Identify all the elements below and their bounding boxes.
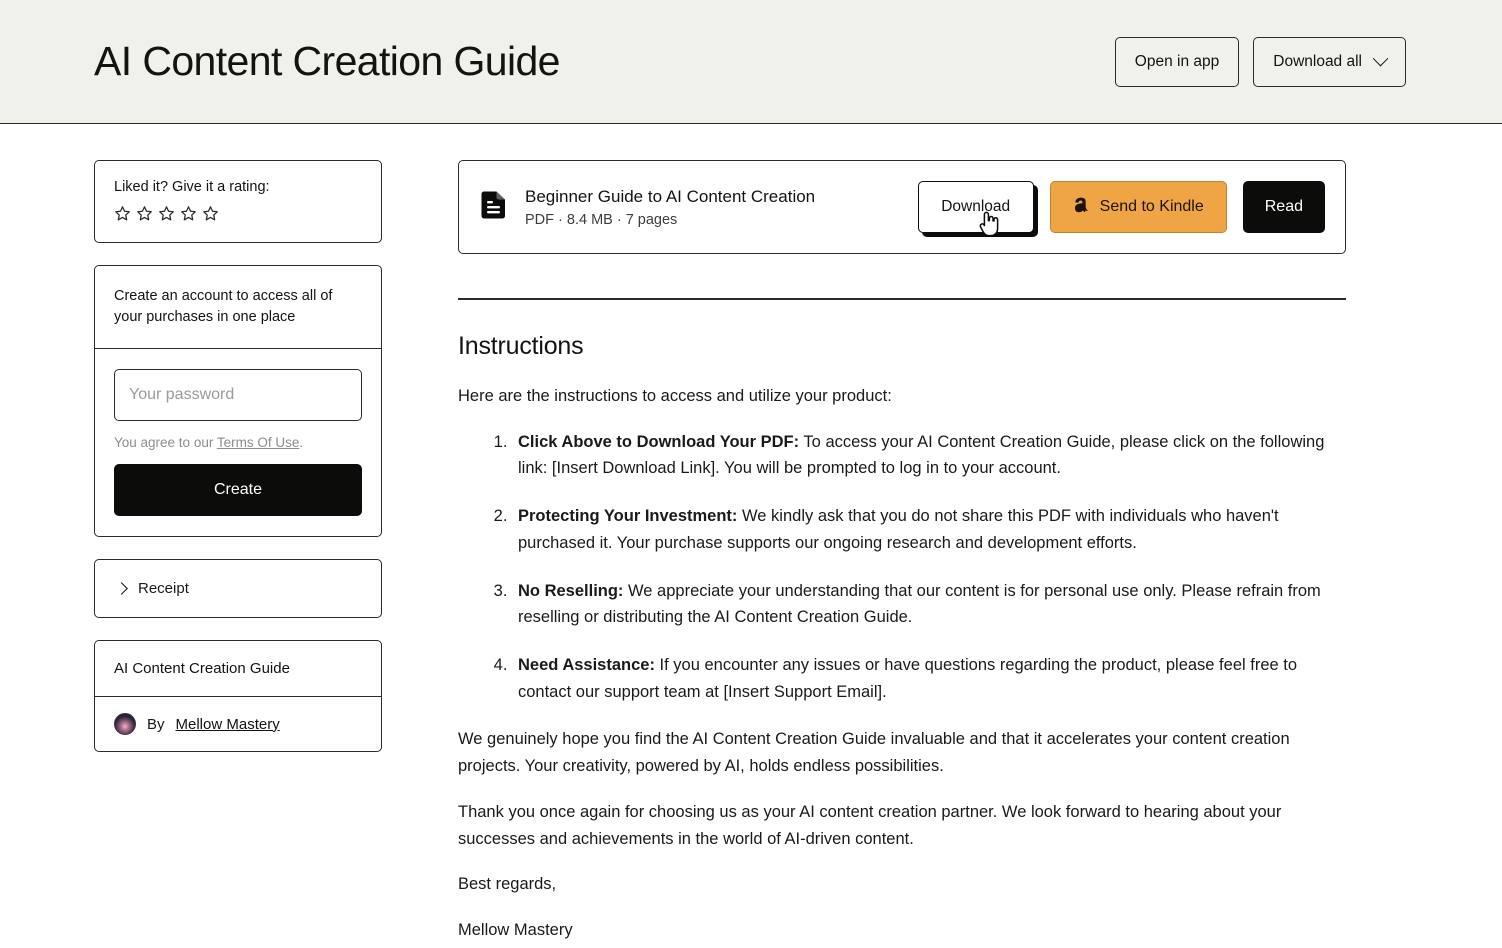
list-item: No Reselling: We appreciate your underst…: [512, 578, 1346, 631]
file-name: Beginner Guide to AI Content Creation: [525, 186, 816, 206]
send-to-kindle-label: Send to Kindle: [1099, 198, 1204, 215]
closing-paragraph-1: We genuinely hope you find the AI Conten…: [458, 730, 1290, 776]
rating-card: Liked it? Give it a rating:: [94, 160, 382, 243]
create-account-button[interactable]: Create: [114, 464, 362, 517]
star-outline-icon[interactable]: [158, 205, 175, 222]
rating-prompt-label: Liked it? Give it a rating:: [114, 179, 270, 195]
terms-prefix: You agree to our: [114, 435, 217, 451]
star-rating-widget[interactable]: [114, 205, 362, 222]
author-link[interactable]: Mellow Mastery: [176, 716, 280, 733]
list-item: Need Assistance: If you encounter any is…: [512, 652, 1346, 705]
download-all-label: Download all: [1273, 52, 1362, 70]
instructions-heading: Instructions: [458, 332, 584, 360]
by-label: By: [147, 715, 165, 733]
star-outline-icon[interactable]: [202, 205, 219, 222]
step-title: Click Above to Download Your PDF:: [518, 432, 800, 451]
terms-notice: You agree to our Terms Of Use.: [114, 435, 362, 450]
open-in-app-button[interactable]: Open in app: [1114, 36, 1240, 87]
star-outline-icon[interactable]: [136, 205, 153, 222]
chevron-right-icon: [115, 582, 128, 595]
send-to-kindle-button[interactable]: Send to Kindle: [1049, 181, 1227, 233]
star-outline-icon[interactable]: [180, 205, 197, 222]
avatar: [114, 713, 136, 736]
create-account-card: Create an account to access all of your …: [94, 265, 382, 538]
chevron-down-icon: [1372, 50, 1389, 67]
main-content: Beginner Guide to AI Content Creation PD…: [382, 160, 1502, 948]
step-title: Protecting Your Investment:: [518, 507, 738, 526]
terms-suffix: .: [299, 435, 304, 451]
file-download-bar: Beginner Guide to AI Content Creation PD…: [458, 160, 1346, 254]
list-item: Click Above to Download Your PDF: To acc…: [512, 429, 1346, 482]
terms-of-use-link[interactable]: Terms Of Use: [217, 435, 300, 450]
step-title: No Reselling:: [518, 581, 624, 600]
step-text: We appreciate your understanding that ou…: [518, 581, 1321, 627]
instructions-intro: Here are the instructions to access and …: [458, 387, 892, 405]
list-item: Protecting Your Investment: We kindly as…: [512, 503, 1346, 556]
download-all-button[interactable]: Download all: [1253, 36, 1406, 87]
file-action-buttons: Download Send to Kindle Read: [917, 181, 1325, 237]
product-summary-card: AI Content Creation Guide By Mellow Mast…: [94, 640, 382, 753]
download-button[interactable]: Download: [917, 181, 1034, 233]
page-body: Liked it? Give it a rating: Create an ac…: [0, 124, 1502, 948]
section-divider: [458, 298, 1346, 300]
password-input[interactable]: [114, 369, 362, 422]
closing-paragraph-2: Thank you once again for choosing us as …: [458, 802, 1282, 848]
product-title: AI Content Creation Guide: [95, 641, 381, 698]
create-account-prompt: Create an account to access all of your …: [95, 266, 381, 350]
instructions-list: Click Above to Download Your PDF: To acc…: [458, 429, 1346, 706]
open-in-app-label: Open in app: [1134, 52, 1220, 70]
receipt-card[interactable]: Receipt: [94, 559, 382, 619]
signoff-text: Best regards,: [458, 875, 557, 894]
star-outline-icon[interactable]: [114, 205, 131, 222]
page-title: AI Content Creation Guide: [94, 38, 560, 84]
step-title: Need Assistance:: [518, 656, 655, 675]
header-actions: Open in app Download all: [1114, 36, 1406, 87]
read-button[interactable]: Read: [1242, 181, 1325, 233]
product-author-row: By Mellow Mastery: [95, 697, 381, 751]
receipt-label: Receipt: [138, 580, 189, 598]
sidebar: Liked it? Give it a rating: Create an ac…: [0, 160, 382, 948]
page-header: AI Content Creation Guide Open in app Do…: [0, 0, 1502, 124]
file-meta: Beginner Guide to AI Content Creation PD…: [525, 187, 900, 228]
file-details: PDF · 8.4 MB · 7 pages: [525, 211, 678, 228]
signature-text: Mellow Mastery: [458, 921, 573, 940]
amazon-a-icon: [1073, 197, 1089, 218]
receipt-toggle-row[interactable]: Receipt: [95, 560, 381, 617]
document-icon: [481, 190, 507, 225]
